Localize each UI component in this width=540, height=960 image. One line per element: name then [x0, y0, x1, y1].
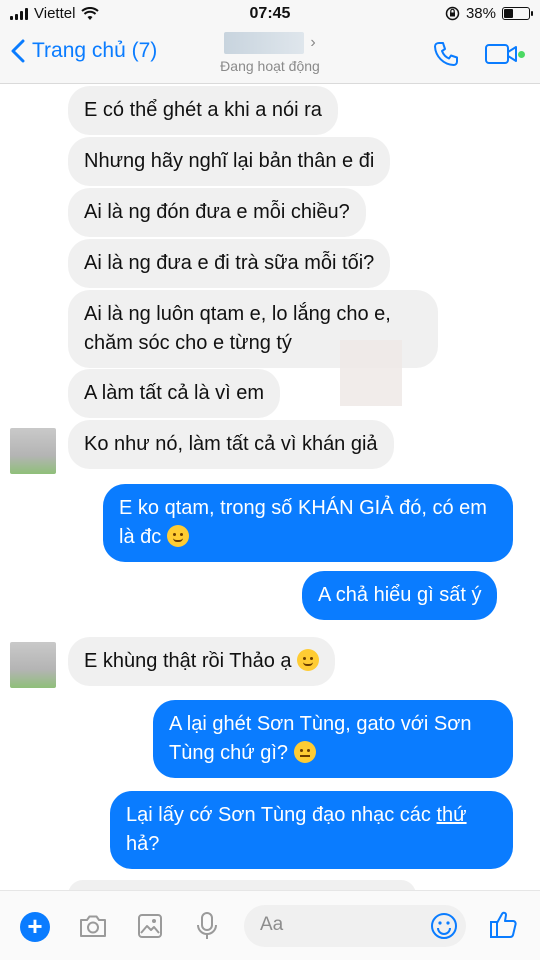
conversation-header: Trang chủ (7) › Đang hoạt động — [0, 28, 540, 84]
message-bubble[interactable]: Ko như nó, làm tất cả vì khán giả — [68, 420, 394, 469]
video-camera-icon — [485, 44, 517, 64]
avatar[interactable] — [10, 428, 56, 474]
microphone-icon[interactable] — [196, 911, 218, 941]
image-redaction — [340, 340, 402, 406]
status-bar: Viettel 07:45 38% — [0, 0, 540, 28]
battery-percent: 38% — [465, 5, 496, 22]
message-composer — [244, 905, 466, 947]
message-link[interactable]: thứ — [437, 804, 467, 826]
message-bubble-sent[interactable]: A chả hiểu gì sất ý — [302, 571, 498, 620]
message-bubble[interactable]: E khùng thật rồi Thảo ạ — [68, 637, 336, 686]
phone-icon[interactable] — [432, 40, 460, 68]
message-text: Ko như nó, làm tất cả vì khán giả — [84, 433, 378, 455]
video-call-button[interactable] — [484, 41, 525, 67]
online-indicator — [518, 51, 525, 58]
message-text: A làm tất cả là vì em — [84, 382, 265, 404]
message-bubble-sent[interactable]: A lại ghét Sơn Tùng, gato với Sơn Tùng c… — [153, 700, 513, 778]
message-text: Lại lấy cớ Sơn Tùng đạo nhạc các — [126, 804, 437, 826]
avatar[interactable] — [10, 642, 56, 688]
back-button[interactable]: Trang chủ (7) — [10, 39, 157, 63]
thumbs-up-icon[interactable] — [488, 909, 520, 941]
message-text: E khùng thật rồi Thảo ạ — [84, 650, 292, 672]
message-bubble[interactable]: A làm tất cả là vì em — [68, 369, 281, 418]
contact-info[interactable]: › Đang hoạt động — [215, 32, 325, 74]
message-bubble-sent[interactable]: E ko qtam, trong số KHÁN GIẢ đó, có em l… — [103, 484, 513, 562]
unamused-face-icon — [166, 525, 189, 547]
expressionless-face-icon — [293, 741, 316, 763]
image-icon[interactable] — [137, 913, 163, 939]
message-text: A lại ghét Sơn Tùng, gato với Sơn Tùng c… — [169, 713, 472, 764]
message-bubble-sent[interactable]: Lại lấy cớ Sơn Tùng đạo nhạc các thứ hả? — [110, 791, 513, 869]
battery-fill — [504, 9, 514, 18]
orientation-lock-icon — [445, 6, 460, 21]
message-bubble[interactable]: Nhưng hãy nghĩ lại bản thân e đi — [68, 137, 391, 186]
plus-icon[interactable]: + — [20, 912, 50, 942]
message-bubble[interactable]: Ai là ng đưa e đi trà sữa mỗi tối? — [68, 239, 391, 288]
status-right: 38% — [445, 5, 533, 22]
message-text: Ai là ng đưa e đi trà sữa mỗi tối? — [84, 252, 375, 274]
message-input[interactable] — [260, 914, 410, 936]
message-text: Nhưng hãy nghĩ lại bản thân e đi — [84, 150, 375, 172]
back-label: Trang chủ (7) — [32, 39, 158, 62]
message-text: E có thể ghét a khi a nói ra — [84, 99, 322, 121]
message-text: Ai là ng đón đưa e mỗi chiều? — [84, 201, 350, 223]
battery-icon — [502, 7, 533, 20]
back-chevron-icon — [11, 39, 25, 63]
header-actions — [432, 40, 525, 68]
contact-name-blurred — [224, 32, 305, 54]
camera-icon[interactable] — [78, 913, 108, 939]
contact-status: Đang hoạt động — [220, 58, 320, 74]
chevron-right-icon: › — [310, 34, 316, 51]
message-bubble[interactable]: Ai là ng đón đưa e mỗi chiều? — [68, 188, 366, 237]
emoji-icon[interactable] — [430, 912, 458, 940]
message-text: A chả hiểu gì sất ý — [318, 584, 482, 606]
message-text: hả? — [126, 833, 160, 855]
composer-bar: + — [0, 890, 540, 960]
slightly-smiling-face-icon — [297, 649, 320, 671]
message-bubble[interactable]: E có thể ghét a khi a nói ra — [68, 86, 338, 135]
